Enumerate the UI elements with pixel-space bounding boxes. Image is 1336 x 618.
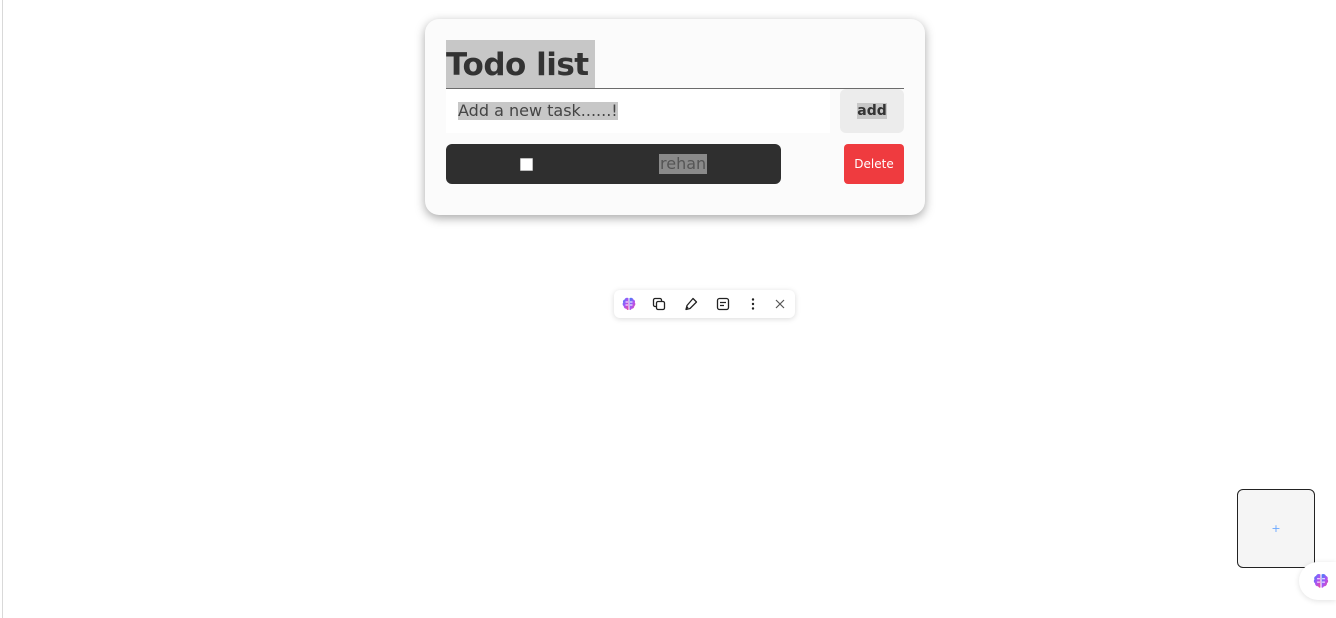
- title-bar: Todo list: [446, 40, 904, 89]
- floating-toolbar: [614, 290, 795, 318]
- plus-icon: +: [1271, 522, 1281, 535]
- new-task-input[interactable]: Add a new task......!: [446, 89, 830, 133]
- todo-card: Todo list Add a new task......! add reha…: [425, 19, 925, 215]
- more-vertical-icon[interactable]: [745, 296, 761, 312]
- add-task-label: add: [857, 103, 887, 119]
- task-text: rehan: [659, 154, 708, 174]
- assistant-launcher[interactable]: [1299, 562, 1336, 600]
- new-task-placeholder: Add a new task......!: [458, 101, 618, 120]
- copy-icon[interactable]: [651, 296, 667, 312]
- task-checkbox[interactable]: [520, 158, 533, 171]
- task-item: rehan: [446, 144, 781, 184]
- pen-icon[interactable]: [683, 296, 699, 312]
- close-icon[interactable]: [772, 296, 788, 312]
- brain-icon[interactable]: [621, 296, 637, 312]
- page-title: Todo list: [446, 40, 595, 88]
- delete-task-button[interactable]: Delete: [844, 144, 904, 184]
- page-left-divider: [2, 0, 3, 618]
- note-icon[interactable]: [715, 296, 731, 312]
- add-widget-button[interactable]: +: [1237, 489, 1315, 568]
- add-task-button[interactable]: add: [840, 89, 904, 133]
- brain-icon: [1312, 572, 1330, 590]
